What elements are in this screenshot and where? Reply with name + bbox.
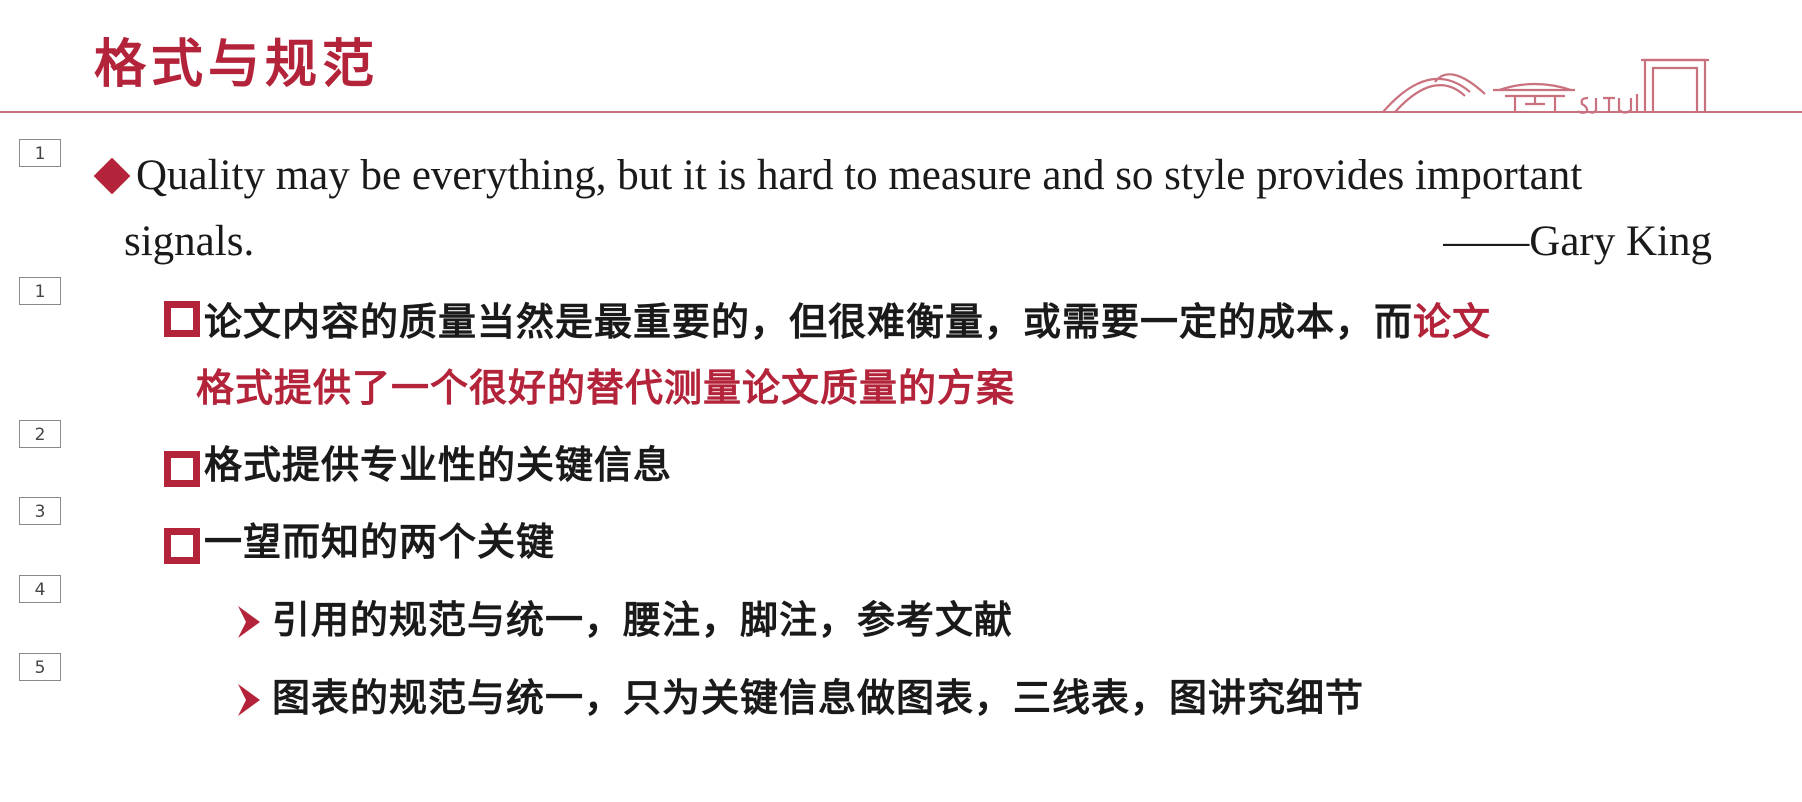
point-1-highlight-start: 论文	[1413, 300, 1492, 344]
square-bullet-icon	[164, 301, 200, 337]
diamond-bullet-icon	[93, 157, 131, 195]
point-3-text: 一望而知的两个关键	[204, 520, 556, 564]
animation-tag[interactable]: 4	[19, 575, 61, 603]
quote-attribution: ——Gary King	[1443, 218, 1712, 265]
point-1-line-1: 论文内容的质量当然是最重要的，但很难衡量，或需要一定的成本，而论文	[204, 295, 1491, 349]
quote-text-line-2: signals.	[124, 218, 255, 265]
slide-title: 格式与规范	[94, 34, 380, 95]
square-bullet-icon	[164, 451, 200, 487]
arrow-bullet-icon	[238, 684, 260, 716]
point-1-text: 论文内容的质量当然是最重要的，但很难衡量，或需要一定的成本，而	[204, 300, 1414, 344]
animation-tag[interactable]: 5	[19, 653, 61, 681]
square-bullet-icon	[164, 528, 200, 564]
arrow-bullet-icon	[238, 606, 260, 638]
point-1-highlight: 格式提供了一个很好的替代测量论文质量的方案	[196, 366, 1016, 410]
animation-tag[interactable]: 1	[19, 139, 61, 167]
animation-tag[interactable]: 2	[19, 420, 61, 448]
animation-tag[interactable]: 3	[19, 497, 61, 525]
animation-tag[interactable]: 1	[19, 277, 61, 305]
sub-point-2-text: 图表的规范与统一，只为关键信息做图表，三线表，图讲究细节	[272, 676, 1365, 720]
sub-point-1-text: 引用的规范与统一，腰注，脚注，参考文献	[272, 598, 1014, 642]
point-2-text: 格式提供专业性的关键信息	[204, 443, 673, 487]
campus-gate-icon	[1382, 58, 1709, 114]
quote-text-line-1: Quality may be everything, but it is har…	[136, 152, 1583, 199]
header-divider	[0, 111, 1802, 113]
